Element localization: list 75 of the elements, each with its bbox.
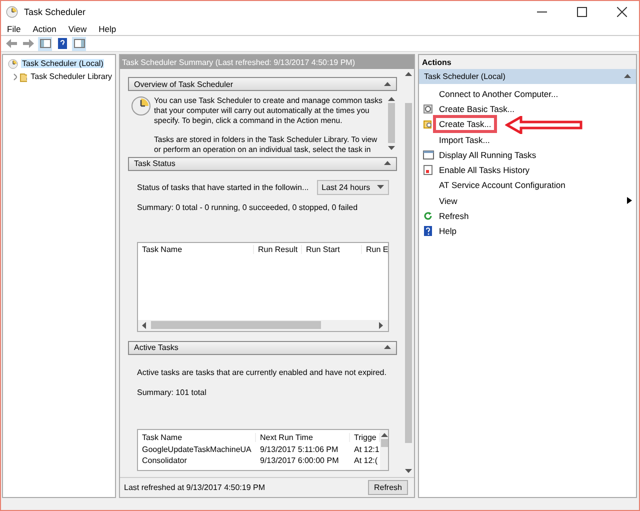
command-link[interactable]: Enable All Tasks History (439, 165, 530, 176)
command-link[interactable]: Help (439, 226, 456, 236)
period-dropdown[interactable]: Last 24 hours (316, 180, 389, 195)
console-tree-button[interactable] (38, 36, 52, 50)
window-icon (423, 150, 434, 160)
section-header[interactable]: Overview of Task Scheduler (128, 77, 397, 92)
table-cell-text: GoogleUpdateTaskMachineUA (141, 445, 252, 454)
column-header[interactable]: Task Name (138, 245, 254, 254)
menu-item[interactable]: View (68, 24, 87, 34)
help-button[interactable] (55, 36, 69, 50)
window-title: Task Scheduler (24, 7, 87, 17)
horizontal-scrollbar[interactable] (138, 320, 388, 331)
scroll-up-icon[interactable] (384, 80, 391, 88)
menu-item[interactable]: File (7, 24, 21, 34)
scroll-up-icon[interactable] (624, 73, 631, 80)
refresh-icon (423, 211, 433, 222)
active-tasks-description: Active tasks are tasks that are currently enabled and have not expired. (137, 368, 388, 377)
command-link[interactable]: AT Service Account Configuration (439, 180, 566, 190)
close-icon[interactable] (617, 7, 627, 17)
history-icon (423, 165, 433, 176)
column-header[interactable]: Run E (362, 245, 388, 254)
table-cell-text: 9/13/2017 6:00:00 PM (259, 456, 340, 465)
scrollbar[interactable] (380, 430, 388, 470)
menu-item[interactable]: Help (98, 24, 116, 34)
column-header[interactable]: Next Run Time (256, 432, 350, 442)
scroll-down-icon[interactable] (388, 144, 395, 152)
back-button[interactable] (4, 36, 18, 50)
clock-icon (6, 6, 18, 18)
clock-icon (8, 58, 18, 68)
table-cell-text: 9/13/2017 5:11:06 PM (259, 445, 340, 454)
scroll-up-icon[interactable] (405, 71, 412, 78)
scroll-down-icon[interactable] (405, 468, 412, 475)
command-link[interactable]: Create Basic Task... (439, 104, 514, 114)
scroll-up-icon[interactable] (388, 96, 395, 104)
action-group-header[interactable]: Task Scheduler (Local) (419, 69, 636, 84)
last-refreshed-text: Last refreshed at 9/13/2017 4:50:19 PM (124, 483, 265, 492)
menu-item[interactable]: Action (32, 24, 56, 34)
command-link[interactable]: Display All Running Tasks (439, 150, 536, 160)
section-header[interactable]: Task Status (128, 156, 397, 171)
maximize-icon[interactable] (577, 7, 587, 17)
pane-header: Task Scheduler Summary (Last refreshed: 9/13/2017 4:50:19 PM) (120, 55, 414, 69)
command-link[interactable]: View (439, 196, 458, 206)
section-header[interactable]: Active Tasks (128, 340, 397, 355)
command-link[interactable]: Import Task... (439, 134, 490, 145)
column-header[interactable]: Task Name (138, 432, 256, 442)
status-label: Status of tasks that have started in the followin... (137, 182, 309, 192)
command-link[interactable]: Create Task... (433, 115, 498, 134)
task-icon (423, 119, 433, 130)
table-cell-text: Consolidator (141, 456, 188, 465)
action-pane-button[interactable] (72, 36, 86, 50)
table-cell-text: At 12:( (353, 456, 379, 465)
scroll-down-icon[interactable] (377, 184, 384, 191)
status-summary: Summary: 0 total - 0 running, 0 succeeded, 0 stopped, 0 failed (137, 202, 359, 212)
help-icon (423, 226, 433, 236)
column-header[interactable]: Run Result (254, 245, 302, 254)
scroll-up-icon[interactable] (384, 160, 391, 168)
scroll-right-icon[interactable] (378, 322, 385, 329)
command-link[interactable]: Refresh (439, 211, 469, 222)
tree-item[interactable]: Task Scheduler (Local) (21, 59, 104, 68)
command-link[interactable]: Connect to Another Computer... (439, 88, 558, 99)
scroll-left-icon[interactable] (141, 322, 148, 329)
scroll-up-icon[interactable] (380, 432, 388, 439)
wizard-icon (423, 104, 433, 114)
expand-icon[interactable] (13, 72, 17, 80)
refresh-button[interactable]: Refresh (368, 480, 408, 495)
minimize-icon[interactable] (537, 11, 547, 13)
scroll-up-icon[interactable] (384, 344, 391, 352)
tree-item[interactable]: Task Scheduler Library (30, 72, 113, 81)
active-tasks-summary: Summary: 101 total (137, 388, 208, 397)
folder-icon (20, 72, 27, 82)
table-cell-text: At 12:1 (353, 445, 380, 454)
forward-button[interactable] (21, 36, 35, 50)
clock-icon (131, 96, 151, 116)
actions-header: Actions (419, 55, 636, 69)
column-header[interactable]: Run Start (302, 245, 362, 254)
